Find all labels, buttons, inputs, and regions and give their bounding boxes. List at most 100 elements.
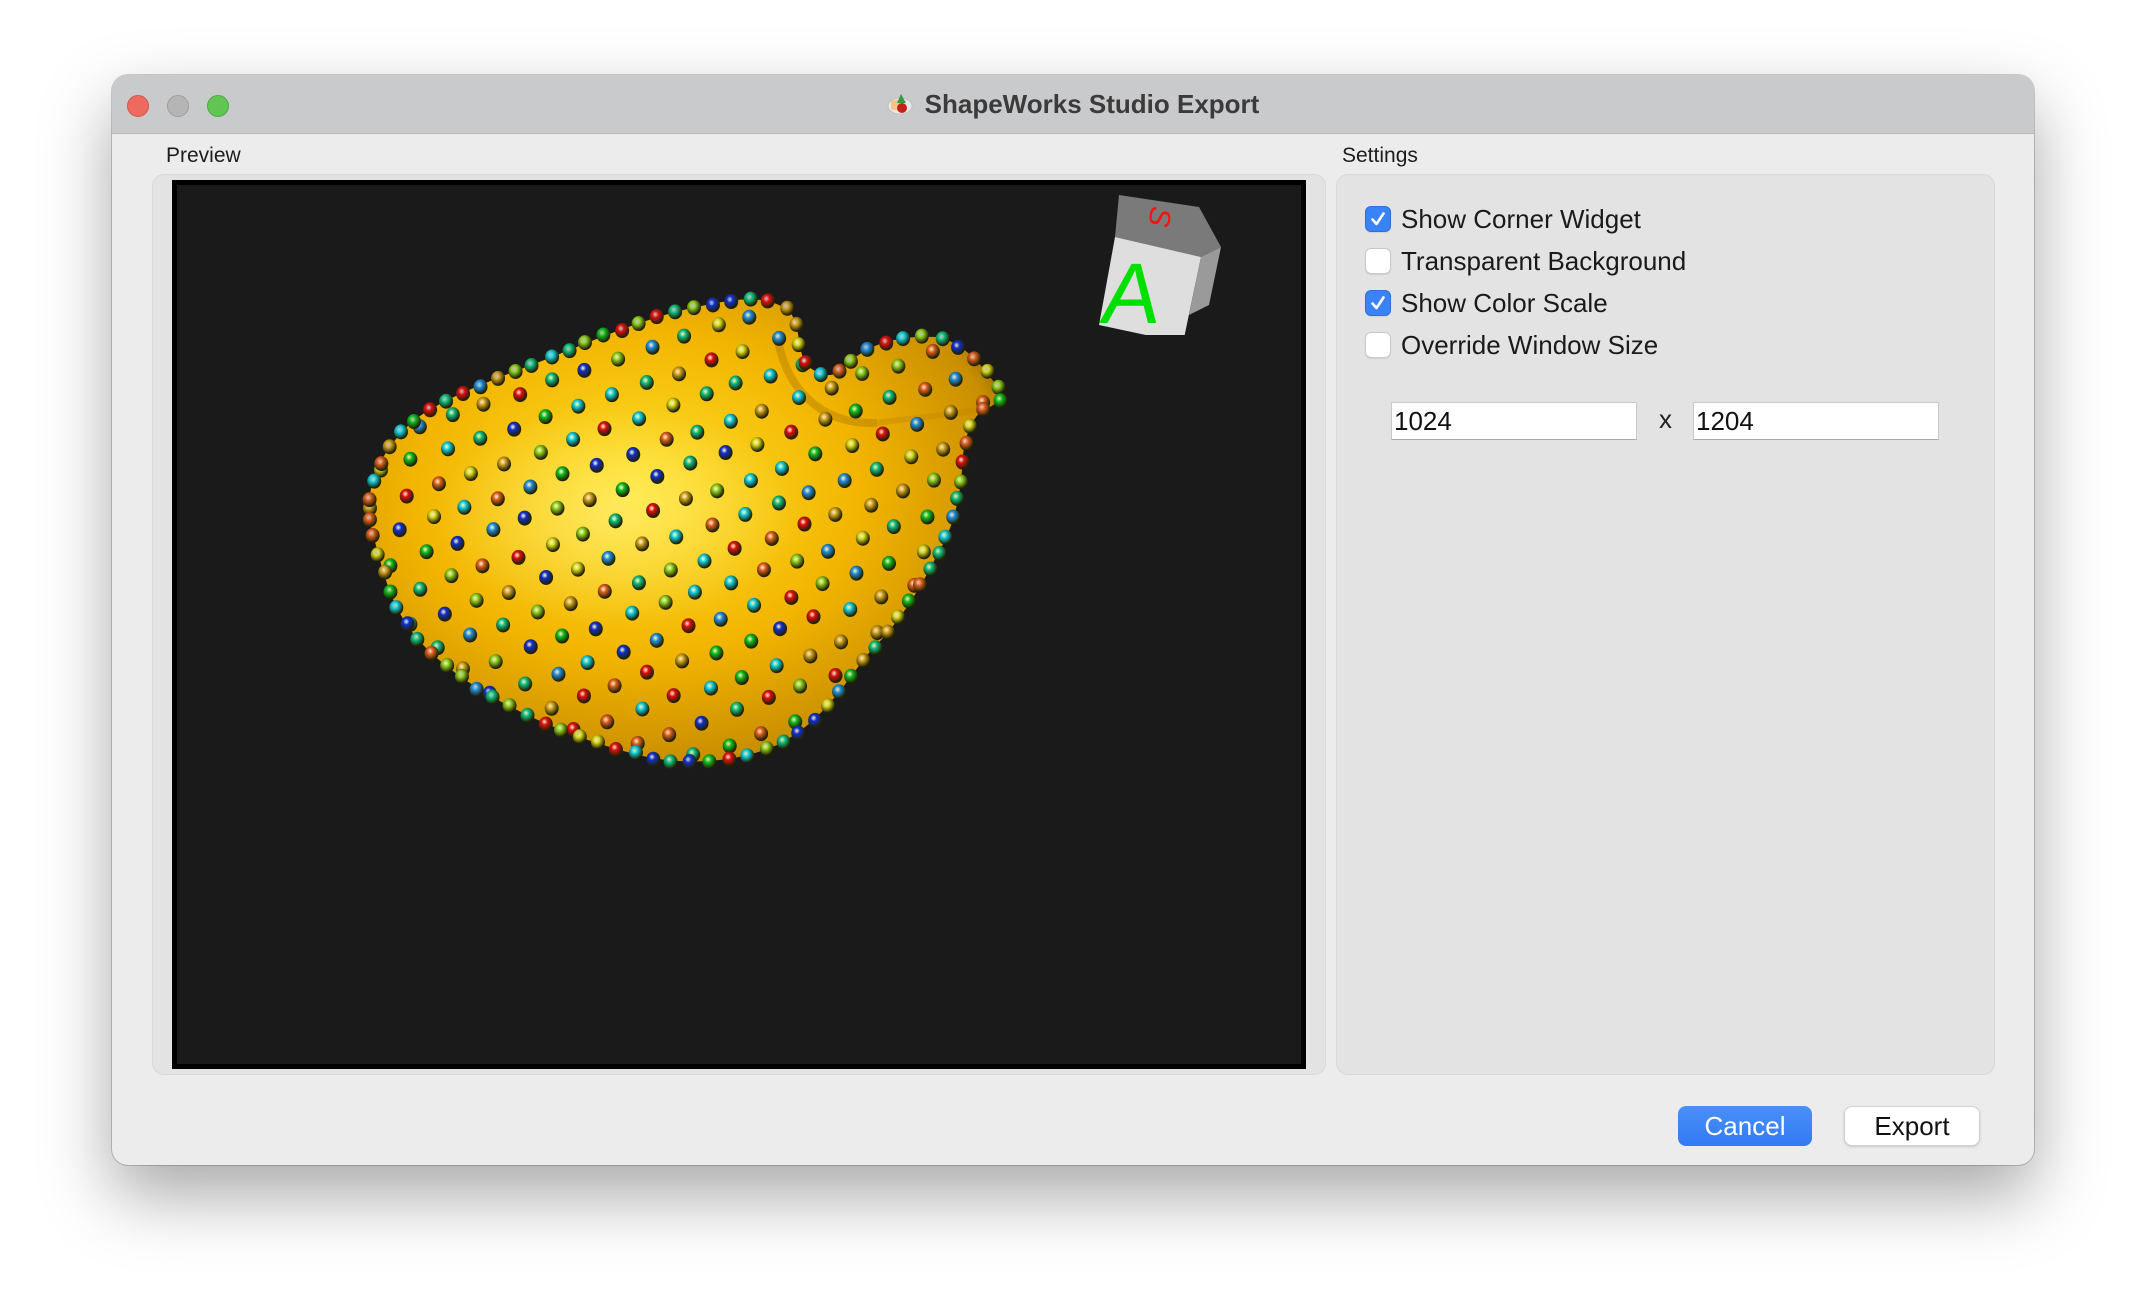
particle-point [427, 509, 442, 525]
particle-point [818, 411, 833, 427]
particle-point [501, 585, 516, 601]
particle-point [572, 729, 587, 745]
checkbox-box[interactable] [1365, 332, 1391, 358]
particle-point [663, 562, 678, 578]
particle-point [530, 604, 545, 620]
particle-point [365, 527, 380, 543]
particle-point [646, 751, 661, 767]
particle-point [713, 611, 728, 627]
particle-point [791, 337, 806, 353]
particle-point [545, 349, 560, 365]
particle-point [456, 386, 471, 402]
particle-point [545, 372, 560, 388]
particle-point [936, 441, 951, 457]
export-button[interactable]: Export [1844, 1106, 1980, 1146]
cancel-button[interactable]: Cancel [1678, 1106, 1812, 1146]
particle-point [545, 537, 560, 553]
checkbox-box[interactable] [1365, 206, 1391, 232]
particle-point [378, 564, 393, 580]
particle-point [517, 510, 532, 526]
particle-point [668, 304, 683, 320]
particle-point [580, 655, 595, 671]
particle-point [776, 734, 791, 750]
particle-point [628, 745, 643, 761]
particle-point [675, 653, 690, 669]
checkbox-box[interactable] [1365, 290, 1391, 316]
particle-point [486, 522, 501, 538]
particle-point [948, 371, 963, 387]
particle-point [938, 529, 953, 545]
particle-point [891, 358, 906, 374]
particle-point [764, 531, 779, 547]
particle-point [683, 455, 698, 471]
particle-point [904, 449, 919, 465]
particle-point [832, 684, 847, 700]
particle-point [954, 474, 969, 490]
particle-point [901, 593, 916, 609]
particle-point [704, 352, 719, 368]
particle-point [681, 618, 696, 634]
particle-point [821, 543, 836, 559]
particle-point [550, 500, 565, 516]
show-color-scale-checkbox[interactable]: Show Color Scale [1365, 287, 1608, 319]
particle-point [743, 291, 758, 307]
override-window-size-checkbox[interactable]: Override Window Size [1365, 329, 1658, 361]
particle-point [646, 503, 661, 519]
particle-point [562, 343, 577, 359]
particle-point [844, 668, 859, 684]
particle-point [874, 589, 889, 605]
particle-point [406, 414, 421, 430]
particle-point [875, 426, 890, 442]
particle-point [440, 657, 455, 673]
particle-point [566, 431, 581, 447]
particle-point [791, 725, 806, 741]
particle-point [678, 491, 693, 507]
particle-point [626, 447, 641, 463]
particle-point [828, 668, 843, 684]
particle-point [590, 734, 605, 750]
particle-point [910, 416, 925, 432]
particle-point [920, 509, 935, 525]
particle-point [410, 631, 425, 647]
particle-point [724, 575, 739, 591]
checkbox-box[interactable] [1365, 248, 1391, 274]
shape-surface [369, 299, 1005, 762]
particle-point [523, 639, 538, 655]
particle-point [761, 689, 776, 705]
particle-point [991, 379, 1006, 395]
particle-point [773, 621, 788, 637]
particle-point [686, 300, 701, 316]
particle-point [553, 722, 568, 738]
particle-point [607, 678, 622, 694]
particle-point [473, 430, 488, 446]
particle-point [389, 600, 404, 616]
render-canvas[interactable]: S A [177, 185, 1301, 1064]
particle-point [832, 363, 847, 379]
particle-point [463, 627, 478, 643]
preview-viewport[interactable]: S A [172, 180, 1306, 1069]
transparent-background-checkbox[interactable]: Transparent Background [1365, 245, 1686, 277]
particle-point [950, 490, 965, 506]
particle-point [496, 617, 511, 633]
particle-point [687, 584, 702, 600]
particle-point [632, 411, 647, 427]
show-corner-widget-checkbox[interactable]: Show Corner Widget [1365, 203, 1641, 235]
particle-point [946, 509, 961, 525]
window-width-input[interactable] [1391, 402, 1637, 440]
checkbox-label: Show Corner Widget [1401, 203, 1641, 234]
title-bar: ShapeWorks Studio Export [112, 75, 2034, 134]
particle-point [743, 473, 758, 489]
window-height-input[interactable] [1693, 402, 1939, 440]
particle-point [659, 431, 674, 447]
particle-point [784, 424, 799, 440]
window-title-container: ShapeWorks Studio Export [112, 75, 2034, 133]
particle-point [611, 351, 626, 367]
particle-point [833, 634, 848, 650]
particle-point [705, 517, 720, 533]
particle-point [608, 513, 623, 529]
particle-point [722, 751, 737, 767]
checkbox-label: Override Window Size [1401, 329, 1659, 360]
particle-point [895, 483, 910, 499]
particle-point [362, 512, 377, 528]
particle-point [913, 577, 928, 593]
